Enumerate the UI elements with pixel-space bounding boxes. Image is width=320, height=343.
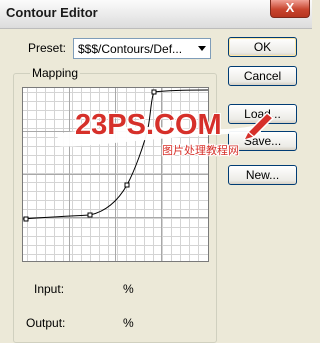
curve-point[interactable] [151,89,157,95]
output-label: Output: [26,316,66,330]
close-icon: X [285,0,295,15]
input-label: Input: [34,282,65,296]
curve-point[interactable] [87,212,93,218]
curve-point[interactable] [23,216,29,222]
ok-button[interactable]: OK [228,37,297,57]
close-button[interactable]: X [270,0,310,18]
preset-value: $$$/Contours/Def... [78,42,183,56]
chevron-down-icon [198,46,206,51]
input-percent: % [123,282,134,296]
window-title: Contour Editor [6,5,98,20]
cancel-button[interactable]: Cancel [228,66,297,86]
watermark-subtitle: 图片处理教程网 [162,144,239,157]
mapping-label: Mapping [30,66,81,80]
output-percent: % [123,316,134,330]
preset-dropdown[interactable]: $$$/Contours/Def... [73,38,211,59]
brush-icon [243,111,275,141]
curve-point[interactable] [124,182,130,188]
preset-label: Preset: [28,41,67,55]
watermark-brand: 23PS.COM [75,109,222,141]
watermark-logo: 23PS.COM 图片处理教程网 [57,108,275,158]
title-bar: Contour Editor X [0,0,312,29]
